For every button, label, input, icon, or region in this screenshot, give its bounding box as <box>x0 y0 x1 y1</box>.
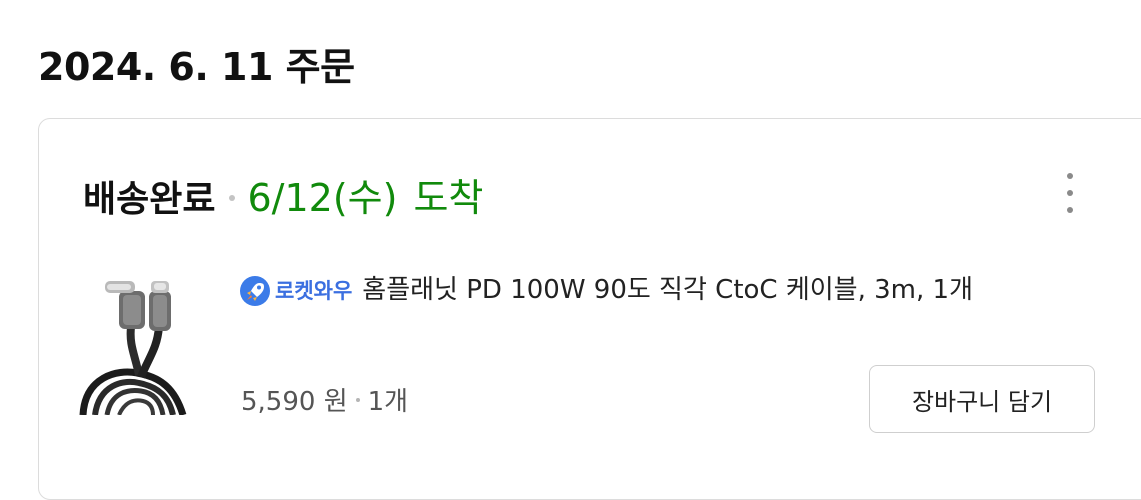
more-vertical-icon[interactable] <box>1053 173 1087 213</box>
separator-dot <box>355 397 360 402</box>
product-price: 5,590 원 <box>241 387 348 417</box>
price-row: 5,590 원 1개 <box>241 381 408 418</box>
separator-dot <box>229 195 236 201</box>
product-quantity: 1개 <box>367 387 409 417</box>
arrival-label: 도착 <box>413 176 484 220</box>
order-date-heading: 2024. 6. 11 주문 <box>38 45 355 89</box>
rocket-icon <box>240 275 270 306</box>
product-title[interactable]: 로켓와우 홈플래닛 PD 100W 90도 직각 CtoC 케이블, 3m, 1… <box>239 265 1109 316</box>
product-name: 홈플래닛 PD 100W 90도 직각 CtoC 케이블, 3m, 1개 <box>362 275 973 305</box>
delivery-status-row: 배송완료 6/12(수) 도착 <box>83 167 483 222</box>
rocket-wow-label: 로켓와우 <box>275 278 353 303</box>
add-to-cart-button[interactable]: 장바구니 담기 <box>869 365 1095 433</box>
product-image[interactable] <box>79 265 213 415</box>
delivery-date: 6/12(수) <box>247 176 398 220</box>
rocket-wow-badge: 로켓와우 <box>239 266 352 316</box>
usb-c-cable-image <box>79 281 187 415</box>
order-card: 배송완료 6/12(수) 도착 로켓와우 홈플래닛 PD 100W 90도 직각… <box>38 118 1141 500</box>
delivery-status: 배송완료 <box>83 179 216 220</box>
